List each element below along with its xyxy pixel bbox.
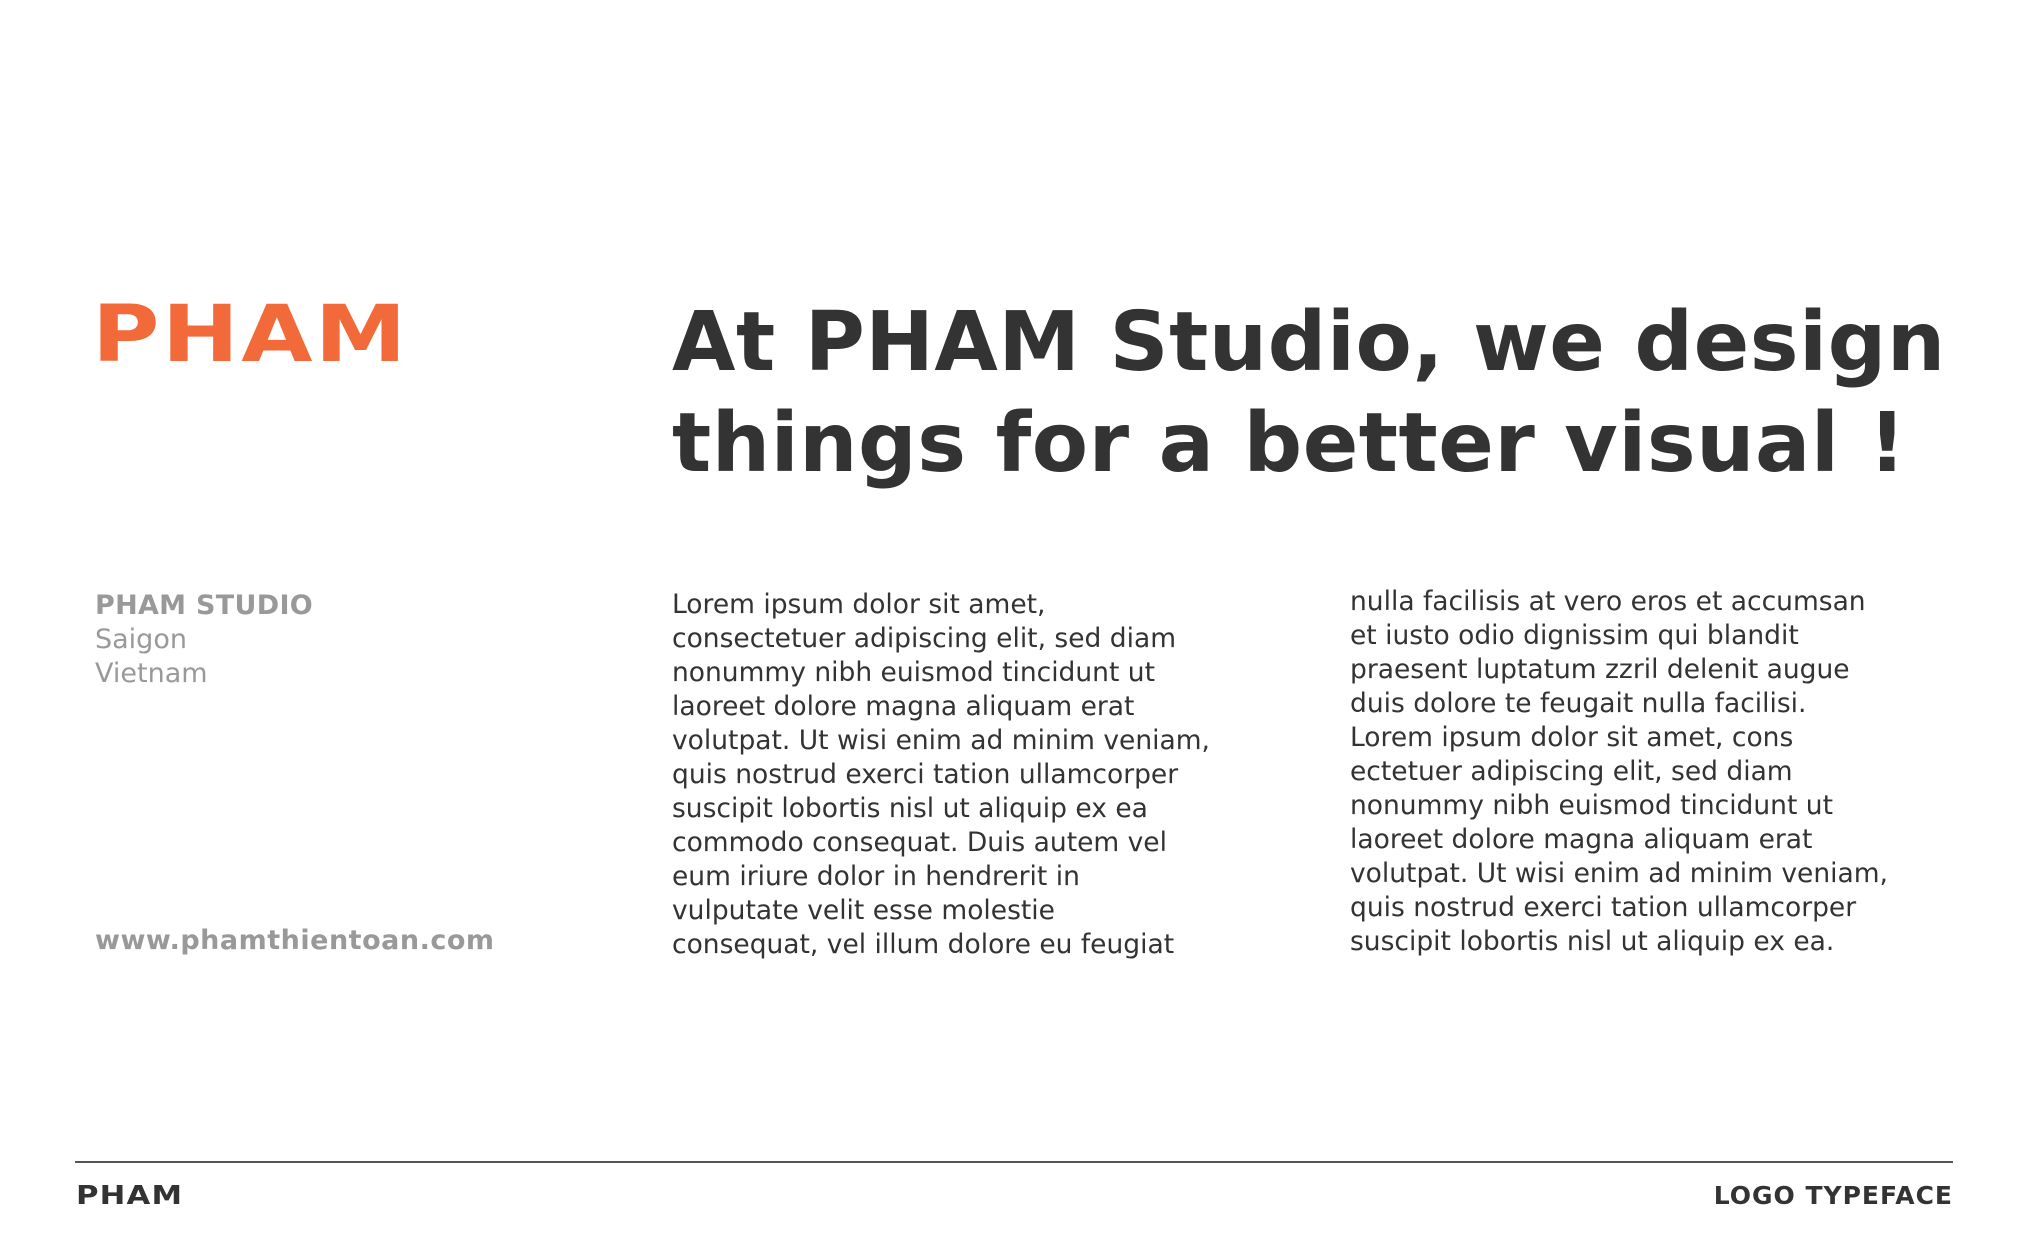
footer-label: LOGO TYPEFACE <box>1713 1181 1953 1210</box>
studio-country: Vietnam <box>95 658 208 689</box>
body-column-2: nulla facilisis at vero eros et accumsan… <box>1350 585 1990 959</box>
website-link[interactable]: www.phamthientoan.com <box>95 924 495 958</box>
body-text-2: nulla facilisis at vero eros et accumsan… <box>1350 586 1888 957</box>
footer-brand: PHAM <box>76 1181 184 1211</box>
headline-line-1: At PHAM Studio, we design <box>672 295 1946 390</box>
studio-name: PHAM STUDIO <box>95 590 314 621</box>
logo-wordmark: PHAM <box>92 290 409 380</box>
headline: At PHAM Studio, we design things for a b… <box>672 292 1962 494</box>
footer-divider <box>75 1161 1953 1163</box>
body-column-1: Lorem ipsum dolor sit amet, consectetuer… <box>672 588 1312 962</box>
studio-info: PHAM STUDIO Saigon Vietnam <box>95 589 313 691</box>
studio-city: Saigon <box>95 624 187 655</box>
headline-line-2: things for a better visual ! <box>672 396 1907 491</box>
body-text-1: Lorem ipsum dolor sit amet, consectetuer… <box>672 589 1210 960</box>
